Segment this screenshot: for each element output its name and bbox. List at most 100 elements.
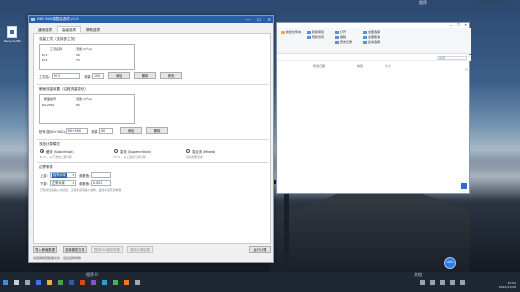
ribbon-item[interactable]: 历史记录	[335, 40, 352, 45]
tray-chevron-icon[interactable]	[420, 280, 425, 285]
divider	[37, 139, 269, 140]
status-bar-text: 请选择模型数据文件，然后选择参数	[33, 256, 82, 260]
upstream-select[interactable]: 临界水深 ▾	[50, 172, 76, 178]
list-header-flow[interactable]: 流量 (m³/s)	[76, 47, 92, 51]
list-header-flow[interactable]: 流量 (m³/s)	[76, 97, 92, 101]
tab-panel-advanced: 流量工况（支持多工况） 工况名称 流量 (m³/s) M 1 50 M 2 75…	[33, 33, 271, 244]
wechat-icon[interactable]	[113, 280, 118, 285]
case-name-input[interactable]: M 3	[52, 73, 80, 79]
volume-icon[interactable]	[440, 280, 445, 285]
tab-advanced[interactable]: 高级选项	[57, 26, 81, 33]
desktop-icon-recycle-bin[interactable]: Recycle Bin	[4, 26, 21, 43]
ribbon-group-2: 打开 编辑 历史记录	[335, 30, 352, 45]
preview-ras-params-button[interactable]: 预览RAS模型参数	[91, 246, 123, 253]
regime-radio-supercritical[interactable]	[114, 149, 118, 153]
task-view-icon[interactable]	[25, 280, 30, 285]
photos-icon[interactable]	[124, 280, 129, 285]
section-profile-flow-title: 断面流量设置（沿程流量变化）	[39, 87, 88, 91]
list-header-station[interactable]: 断面桩号	[44, 97, 56, 101]
regime-hint-mixed: 自动判断流态	[186, 155, 203, 159]
column-header-size[interactable]: 大小	[385, 64, 391, 68]
app-window-buttons: — ☐ ✕	[246, 16, 271, 23]
profile-flow-list[interactable]: 断面桩号 流量 (m³/s) K0+500 50	[39, 94, 135, 124]
list-header-name[interactable]: 工况名称	[50, 47, 62, 51]
downstream-select[interactable]: 正常水深 ▾	[50, 180, 76, 186]
column-header-modified[interactable]: 修改日期	[313, 64, 325, 68]
teams-icon[interactable]	[91, 280, 96, 285]
history-icon	[335, 40, 339, 44]
list-item-station[interactable]: K0+500	[42, 103, 54, 107]
explorer-search-input[interactable]: 搜索"	[437, 56, 467, 60]
ribbon-new-folder[interactable]: 新建文件夹	[281, 30, 301, 35]
explorer-column-headers: 修改日期 类型 大小	[277, 63, 471, 69]
divider	[37, 84, 269, 85]
section-flow-cases-title: 流量工况（支持多工况）	[39, 37, 78, 41]
app-taskbar-icon[interactable]	[69, 280, 74, 285]
modify-case-button[interactable]: 修改	[160, 72, 182, 79]
folder-icon	[281, 30, 285, 34]
explorer-view-toggle-button[interactable]	[461, 183, 467, 189]
settings-icon[interactable]	[135, 280, 140, 285]
taskbar: 程序 II 文档 15:02 2024/11/26	[0, 272, 520, 292]
clock-date: 2024/11/26	[498, 285, 516, 289]
start-icon[interactable]	[3, 280, 8, 285]
column-header-type[interactable]: 类型	[357, 64, 363, 68]
battery-icon[interactable]	[460, 280, 465, 285]
list-item-name[interactable]: M 1	[42, 53, 47, 57]
ras-tool-window[interactable]: HKC RAS调整及选项 v1.0 — ☐ ✕ 通用选项 高级选项 帮助选项 流…	[28, 15, 274, 263]
upstream-param-input[interactable]	[91, 172, 111, 178]
divider	[37, 162, 269, 163]
chevron-down-icon: ▾	[72, 181, 74, 185]
delete-case-button[interactable]: 删除	[134, 72, 156, 79]
delete-station-button[interactable]: 删除	[146, 127, 168, 134]
regime-label-mixed: 混合流 (Mixed)	[192, 150, 216, 154]
update-results-button[interactable]: 更新计算结果	[127, 246, 153, 253]
flow-cases-list[interactable]: 工况名称 流量 (m³/s) M 1 50 M 2 75	[39, 44, 135, 70]
network-icon[interactable]	[430, 280, 435, 285]
downstream-param-input[interactable]: 0.001	[91, 180, 111, 186]
select-model-file-button[interactable]: 选择模型文件	[63, 246, 87, 253]
station-flow-input[interactable]: 50	[99, 128, 113, 134]
list-item-name[interactable]: M 2	[42, 58, 47, 62]
explorer-address-bar[interactable]: 搜索"	[277, 55, 471, 61]
list-item-flow: 50	[76, 53, 80, 57]
ime-icon[interactable]	[450, 280, 455, 285]
regime-radio-subcritical[interactable]	[40, 149, 44, 153]
minimize-icon[interactable]: —	[246, 16, 250, 23]
app-titlebar[interactable]: HKC RAS调整及选项 v1.0 — ☐ ✕	[29, 16, 273, 23]
case-flow-input[interactable]: 100	[92, 73, 104, 79]
station-input[interactable]: K0+500	[66, 128, 88, 134]
remote-top-right-box	[478, 0, 508, 6]
file-explorer-icon[interactable]	[47, 280, 52, 285]
taskbar-left-label: 程序 II	[86, 272, 98, 277]
regime-hint-subcritical: Fr<1，从下游向上游计算	[40, 155, 72, 159]
close-icon[interactable]: ✕	[268, 16, 271, 23]
tab-general[interactable]: 通用选项	[33, 26, 57, 33]
add-case-button[interactable]: 添加	[108, 72, 130, 79]
store-icon[interactable]	[58, 280, 63, 285]
mail-icon[interactable]	[102, 280, 107, 285]
ribbon-item[interactable]: 轻松访问	[307, 35, 324, 40]
regime-radio-mixed[interactable]	[186, 149, 190, 153]
section-flow-regime-title: 流态计算模式	[39, 142, 60, 146]
search-icon[interactable]	[14, 280, 19, 285]
edit-icon	[335, 35, 339, 39]
app-icon	[31, 18, 35, 21]
maximize-icon[interactable]: ☐	[257, 16, 261, 23]
downstream-label: 下游:	[40, 182, 48, 186]
case-flow-label: 流量:	[84, 75, 92, 79]
tab-help[interactable]: 帮助选项	[81, 26, 105, 33]
scrollbar-up-arrow[interactable]	[465, 68, 468, 71]
floating-zoom-button[interactable]: 100%	[444, 257, 456, 269]
upstream-label: 上游:	[40, 174, 48, 178]
file-explorer-window[interactable]: — ☐ ✕ 新建文件夹 新建项目 轻松访问 打开 编辑 历史记录 全部选择 全部…	[276, 22, 471, 194]
edge-icon[interactable]	[36, 280, 41, 285]
ribbon-group-new: 新建文件夹	[281, 30, 301, 35]
office-icon[interactable]	[80, 280, 85, 285]
taskbar-clock[interactable]: 15:02 2024/11/26	[499, 281, 516, 289]
import-profile-button[interactable]: 导入断面数据	[33, 246, 57, 253]
run-calculation-button[interactable]: 运行计算	[249, 246, 271, 253]
open-icon	[335, 30, 339, 34]
ribbon-item[interactable]: 反向选择	[363, 40, 380, 45]
add-station-button[interactable]: 添加	[120, 127, 142, 134]
